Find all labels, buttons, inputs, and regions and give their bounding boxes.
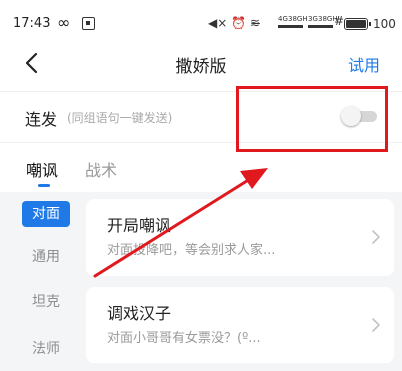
back-button[interactable] [22, 50, 42, 76]
phrase-card[interactable]: 开局嘲讽 对面投降吧，等会别求人家... [86, 199, 394, 276]
sidebar-item-opponent[interactable]: 对面 [22, 201, 70, 227]
continuous-send-toggle[interactable] [341, 106, 377, 126]
phrase-card-title: 调戏汉子 [107, 304, 172, 323]
toggle-knob [341, 106, 361, 126]
divider [0, 91, 402, 92]
phrase-card-title: 开局嘲讽 [107, 216, 172, 235]
infinity-icon: ∞ [57, 13, 71, 32]
phrase-card-desc: 对面小哥哥有女票没？(º... [107, 331, 261, 346]
chevron-right-icon [372, 318, 380, 332]
signal-3g-icon: 3G 38GH [308, 16, 338, 32]
divider [0, 142, 402, 143]
shield-icon [82, 17, 95, 30]
battery-icon [344, 18, 371, 30]
phrase-card-desc: 对面投降吧，等会别求人家... [107, 243, 276, 258]
phrase-card[interactable]: 调戏汉子 对面小哥哥有女票没？(º... [86, 287, 394, 363]
status-bar: 17:43 ∞ ◀× ⏰ ≋̶ 4G 38GH 3G 38GH # 100 [0, 0, 402, 40]
hash-icon: # [334, 14, 345, 28]
page-title: 撒娇版 [175, 57, 227, 77]
continuous-send-hint: (同组语句一键发送) [67, 111, 173, 125]
tab-tactics[interactable]: 战术 [85, 157, 117, 181]
sidebar-item-tank[interactable]: 坦克 [22, 289, 70, 315]
tab-active-indicator [38, 184, 50, 187]
trial-button[interactable]: 试用 [348, 52, 380, 76]
mute-alarm-nfc-icons: ◀× ⏰ ≋̶ [208, 16, 260, 30]
chevron-left-icon [25, 52, 38, 74]
continuous-send-label: 连发 [25, 110, 58, 129]
signal-4g-icon: 4G 38GH [278, 16, 308, 32]
sidebar-item-general[interactable]: 通用 [22, 244, 70, 270]
tab-taunt[interactable]: 嘲讽 [26, 157, 58, 181]
battery-level: 100 [373, 17, 396, 31]
sidebar-item-mage[interactable]: 法师 [22, 336, 70, 362]
chevron-right-icon [372, 230, 380, 244]
status-time: 17:43 [13, 16, 51, 31]
